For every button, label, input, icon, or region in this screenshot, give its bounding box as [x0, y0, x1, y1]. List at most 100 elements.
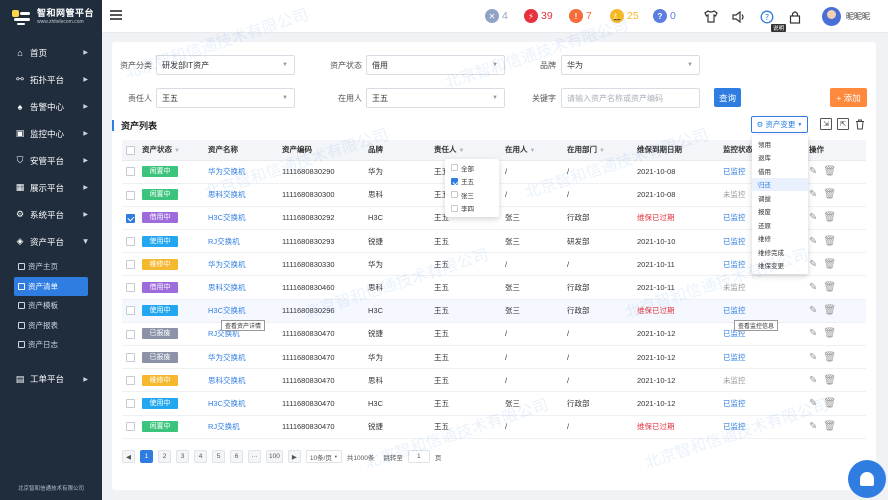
- asset-name-link[interactable]: 华为交换机: [208, 260, 246, 269]
- owner-filter-option[interactable]: 王五: [445, 175, 499, 189]
- import-icon[interactable]: ⇲: [820, 118, 832, 130]
- monitor-status[interactable]: 已监控: [723, 260, 746, 269]
- page-button[interactable]: 2: [158, 450, 171, 463]
- avatar[interactable]: [822, 7, 841, 26]
- asset-name-link[interactable]: H3C交换机: [208, 213, 246, 222]
- subnav-item-0[interactable]: 资产主页: [14, 257, 88, 277]
- monitor-status[interactable]: 未监控: [723, 190, 746, 199]
- edit-icon[interactable]: ✎: [809, 352, 817, 363]
- change-menu-item[interactable]: 退库: [752, 151, 808, 165]
- asset-change-button[interactable]: ⚙ 资产变更 ▼: [751, 116, 808, 133]
- nav-item-0[interactable]: ⌂ 首页 ▶: [0, 39, 102, 66]
- asset-name-link[interactable]: 华为交换机: [208, 167, 246, 176]
- change-menu-item[interactable]: 领用: [752, 137, 808, 151]
- table-row[interactable]: 维修中 思科交换机 1111680830470 思科 王五 / / 2021-10-12 未监控…: [122, 368, 866, 393]
- table-row[interactable]: 使用中 H3C交换机 1111680830296 H3C 王五 张三 行政部 维保已过期 已监控…: [122, 299, 866, 323]
- export-icon[interactable]: ⇱: [837, 118, 849, 130]
- row-checkbox[interactable]: [126, 167, 135, 177]
- edit-icon[interactable]: ✎: [809, 328, 817, 339]
- row-checkbox[interactable]: [126, 236, 135, 246]
- keyword-input[interactable]: 请输入资产名称或资产编码: [561, 88, 700, 108]
- change-menu-item[interactable]: 维保变更: [752, 259, 808, 273]
- filter-icon[interactable]: ▼: [459, 148, 465, 154]
- row-checkbox[interactable]: [126, 329, 135, 339]
- table-row[interactable]: 闲置中 RJ交换机 1111680830470 锐捷 王五 / / 维保已过期 已监控 ✎ 🗑: [122, 415, 866, 439]
- row-checkbox[interactable]: [126, 422, 135, 432]
- change-menu-item[interactable]: 还原: [752, 218, 808, 232]
- change-menu-item[interactable]: 归还: [752, 177, 808, 191]
- user-menu[interactable]: 昵昵昵: [822, 7, 870, 26]
- alert-stat[interactable]: ✕ 4: [485, 9, 508, 23]
- asset-name-link[interactable]: H3C交换机: [208, 399, 246, 408]
- change-menu-item[interactable]: 借用: [752, 164, 808, 178]
- nav-item-5[interactable]: ▦ 展示平台 ▶: [0, 174, 102, 201]
- row-checkbox[interactable]: [126, 190, 135, 200]
- change-menu-item[interactable]: 维修完成: [752, 245, 808, 259]
- page-button[interactable]: ···: [248, 450, 261, 463]
- filter-icon[interactable]: ▼: [174, 148, 180, 154]
- nav-item-1[interactable]: ⚯ 拓扑平台 ▶: [0, 66, 102, 93]
- edit-icon[interactable]: ✎: [809, 212, 817, 223]
- page-button[interactable]: 5: [212, 450, 225, 463]
- asset-name-link[interactable]: 华为交换机: [208, 353, 246, 362]
- trash-icon[interactable]: 🗑: [823, 166, 836, 177]
- option-checkbox[interactable]: [451, 191, 458, 199]
- edit-icon[interactable]: ✎: [809, 236, 817, 247]
- volume-icon[interactable]: [731, 9, 746, 24]
- monitor-status[interactable]: 已监控: [723, 422, 746, 431]
- trash-icon[interactable]: 🗑: [823, 421, 836, 432]
- owner-filter-option[interactable]: 全部: [445, 161, 499, 175]
- add-button[interactable]: + 添加: [830, 88, 867, 107]
- asset-name-link[interactable]: RJ交换机: [208, 422, 240, 431]
- table-row[interactable]: 已报废 华为交换机 1111680830470 华为 王五 / / 2021-10-12 已监控…: [122, 345, 866, 370]
- trash-icon[interactable]: 🗑: [823, 236, 836, 247]
- monitor-status[interactable]: 已监控: [723, 353, 746, 362]
- asset-name-link[interactable]: H3C交换机: [208, 306, 246, 315]
- row-checkbox[interactable]: [126, 376, 135, 386]
- edit-icon[interactable]: ✎: [809, 305, 817, 316]
- edit-icon[interactable]: ✎: [809, 259, 817, 270]
- nav-item-workorder[interactable]: ▤ 工单平台 ▶: [0, 366, 102, 393]
- owner-select[interactable]: 王五 ▼: [156, 88, 295, 108]
- monitor-status[interactable]: 已监控: [723, 213, 746, 222]
- user-select[interactable]: 王五 ▼: [366, 88, 505, 108]
- monitor-status[interactable]: 未监控: [723, 376, 746, 385]
- page-button[interactable]: 100: [266, 450, 283, 463]
- table-row[interactable]: 借用中 思科交换机 1111680830460 思科 王五 张三 行政部 2021-10-11…: [122, 275, 866, 300]
- edit-icon[interactable]: ✎: [809, 375, 817, 386]
- edit-icon[interactable]: ✎: [809, 189, 817, 200]
- owner-filter-option[interactable]: 李四: [445, 202, 499, 216]
- nav-item-3[interactable]: ▣ 监控中心 ▶: [0, 120, 102, 147]
- next-page-icon[interactable]: ▶: [287, 450, 301, 463]
- row-checkbox[interactable]: [126, 213, 135, 223]
- trash-icon[interactable]: 🗑: [823, 375, 836, 386]
- trash-icon[interactable]: 🗑: [823, 212, 836, 223]
- row-checkbox[interactable]: [126, 260, 135, 270]
- lock-icon[interactable]: [787, 9, 802, 24]
- trash-icon[interactable]: 🗑: [823, 259, 836, 270]
- nav-item-4[interactable]: ⛉ 安管平台 ▶: [0, 147, 102, 174]
- trash-icon[interactable]: 🗑: [823, 328, 836, 339]
- delete-icon[interactable]: [854, 118, 866, 130]
- row-checkbox[interactable]: [126, 399, 135, 409]
- alert-stat[interactable]: ⚡ 39: [524, 9, 553, 23]
- edit-icon[interactable]: ✎: [809, 166, 817, 177]
- trash-icon[interactable]: 🗑: [823, 305, 836, 316]
- subnav-item-1[interactable]: 资产清单: [14, 276, 88, 296]
- page-size-select[interactable]: 10条/页 ▼: [305, 450, 342, 463]
- trash-icon[interactable]: 🗑: [823, 189, 836, 200]
- page-button[interactable]: 1: [140, 450, 153, 463]
- row-checkbox[interactable]: [126, 352, 135, 362]
- table-row[interactable]: 使用中 H3C交换机 1111680830470 H3C 王五 张三 行政部 2021-10-…: [122, 391, 866, 416]
- change-menu-item[interactable]: 维修: [752, 232, 808, 246]
- monitor-status[interactable]: 已监控: [723, 399, 746, 408]
- filter-icon[interactable]: ▼: [530, 148, 536, 154]
- nav-item-7[interactable]: ◈ 资产平台 ▶: [0, 228, 102, 255]
- asset-status-select[interactable]: 借用 ▼: [366, 55, 505, 75]
- edit-icon[interactable]: ✎: [809, 398, 817, 409]
- query-button[interactable]: 查询: [714, 88, 741, 107]
- asset-category-select[interactable]: 研发部IT资产 ▼: [156, 55, 295, 75]
- option-checkbox[interactable]: [451, 177, 458, 185]
- help-icon[interactable]: ?: [759, 9, 774, 24]
- change-menu-item[interactable]: 报废: [752, 205, 808, 219]
